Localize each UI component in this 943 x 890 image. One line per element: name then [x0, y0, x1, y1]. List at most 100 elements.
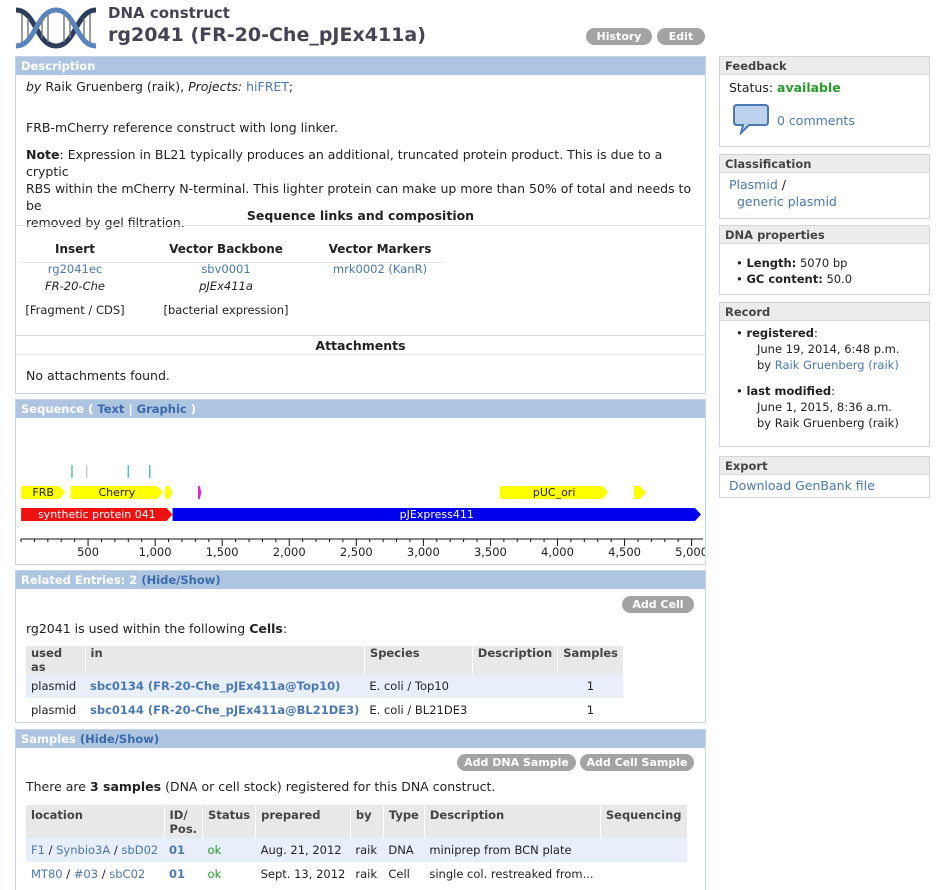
page-header: DNA construct rg2041 (FR-20-Che_pJEx411a…: [0, 0, 943, 56]
history-button[interactable]: History: [586, 28, 652, 45]
status-value: available: [777, 80, 841, 95]
sequence-heading-close: ): [190, 402, 197, 416]
column-header: Sequencing: [599, 805, 687, 838]
status-cell: ok: [207, 867, 222, 881]
related-panel: Related Entries: 2 (Hide/Show) Add Cell …: [15, 570, 706, 723]
sequencing-cell: [600, 862, 686, 886]
column-header: in: [84, 646, 365, 674]
description-heading: Description: [16, 57, 705, 75]
cell-link[interactable]: sbc0134 (FR-20-Che_pJEx411a@Top10): [85, 674, 365, 698]
dna-properties-box: DNA properties • Length: 5070 bp • GC co…: [719, 225, 930, 295]
sequence-heading: Sequence ( Text | Graphic ): [16, 400, 705, 418]
feature-arrow[interactable]: [633, 486, 647, 499]
page-title: rg2041 (FR-20-Che_pJEx411a): [108, 24, 426, 46]
description-cell: [472, 698, 557, 722]
gc-value: 50.0: [826, 272, 853, 286]
table-row: MT80 / #03 / sbC02 01 ok Sept. 13, 2012 …: [26, 862, 687, 886]
add-cell-button[interactable]: Add Cell: [622, 596, 694, 613]
table-row: plasmid sbc0144 (FR-20-Che_pJEx411a@BL21…: [26, 698, 623, 722]
samples-intro: There are 3 samples (DNA or cell stock) …: [26, 779, 495, 794]
download-genbank-link[interactable]: Download GenBank file: [729, 478, 875, 493]
sequence-graphic-link[interactable]: Graphic: [137, 402, 187, 416]
author-name: Raik Gruenberg (raik),: [45, 79, 185, 94]
classification-box: Classification Plasmid / generic plasmid: [719, 154, 930, 219]
prepared-cell: Aug. 21, 2012: [255, 838, 351, 862]
record-list: • registered: June 19, 2014, 6:48 p.m. b…: [736, 325, 900, 431]
note-label: Note: [26, 147, 60, 162]
sequence-map[interactable]: FRB Cherry pUC_ori synthetic protein 041 pJE…: [16, 419, 705, 565]
registered-user-link[interactable]: Raik Gruenberg (raik): [775, 358, 899, 372]
markers-link[interactable]: mrk0002 (KanR): [316, 262, 444, 276]
related-intro-bold: Cells: [249, 621, 283, 636]
by-label: by: [26, 79, 42, 94]
markers-column: Vector Markers mrk0002 (KanR): [316, 242, 444, 276]
cell-link[interactable]: sbc0144 (FR-20-Che_pJEx411a@BL21DE3): [85, 698, 364, 722]
divider: [16, 354, 705, 355]
feature-arrow[interactable]: [198, 486, 202, 499]
feature-label: pJExpress411: [400, 508, 474, 521]
related-table: used as in Species Description Samples p…: [26, 646, 624, 722]
summary-text: FRB-mCherry reference construct with lon…: [26, 120, 338, 135]
sample-id-link[interactable]: 01: [164, 838, 203, 862]
add-cell-sample-button[interactable]: Add Cell Sample: [580, 754, 694, 771]
comments-link[interactable]: 0 comments: [777, 113, 855, 128]
registered-by: by Raik Gruenberg (raik): [736, 357, 900, 373]
axis-tick-label: 1,500: [206, 545, 239, 559]
axis-tick-label: 5,000: [675, 545, 705, 559]
project-link[interactable]: hiFRET: [246, 79, 289, 94]
table-row: F1 / Synbio3A / sbD02 01 ok Aug. 21, 201…: [26, 838, 687, 862]
status-cell: ok: [202, 838, 256, 862]
backbone-header: Vector Backbone: [169, 242, 283, 256]
by-cell: raik: [350, 838, 384, 862]
column-header: location: [26, 805, 164, 838]
note-line: : Expression in BL21 typically produces …: [26, 147, 663, 179]
sequence-heading-divider: |: [128, 402, 133, 416]
modified-item: • last modified:: [736, 384, 835, 398]
location-link[interactable]: sbC02: [109, 867, 145, 881]
classification-link[interactable]: generic plasmid: [737, 194, 837, 209]
divider: [16, 225, 705, 226]
samples-intro-text: There are: [26, 779, 86, 794]
location-link[interactable]: MT80: [31, 867, 63, 881]
registered-date: June 19, 2014, 6:48 p.m.: [757, 342, 900, 356]
column-header: Type: [382, 805, 425, 838]
add-dna-sample-button[interactable]: Add DNA Sample: [457, 754, 576, 771]
location-link[interactable]: sbD02: [121, 843, 158, 857]
axis-tick-label: 2,000: [273, 545, 306, 559]
sample-id-link[interactable]: 01: [164, 862, 203, 886]
location-link[interactable]: #03: [74, 867, 98, 881]
sequence-text-link[interactable]: Text: [97, 402, 124, 416]
samples-toggle-link[interactable]: (Hide/Show): [80, 732, 159, 746]
insert-link[interactable]: rg2041ec: [20, 262, 130, 276]
insert-category: [Fragment / CDS]: [25, 303, 125, 317]
related-toggle-link[interactable]: (Hide/Show): [141, 573, 220, 587]
insert-column: Insert rg2041ec FR-20-Che [Fragment / CD…: [20, 242, 130, 317]
column-header: ID/ Pos.: [163, 805, 203, 838]
species-cell: E. coli / BL21DE3: [369, 703, 468, 717]
samples-heading: Samples (Hide/Show): [16, 730, 705, 748]
classification-link[interactable]: Plasmid: [729, 177, 778, 192]
type-cell: Cell: [388, 867, 410, 881]
location-cell: MT80 / #03 / sbC02: [31, 867, 146, 881]
dna-properties-list: • Length: 5070 bp • GC content: 50.0: [736, 255, 852, 287]
table-header-row: location ID/ Pos. Status prepared by Typ…: [26, 805, 687, 838]
backbone-link[interactable]: sbv0001: [156, 262, 296, 276]
feature-arrow[interactable]: [165, 486, 173, 499]
gc-label: GC content:: [746, 272, 823, 286]
location-link[interactable]: Synbio3A: [56, 843, 110, 857]
classification-path: Plasmid /: [729, 177, 786, 192]
comment-icon[interactable]: [733, 103, 769, 135]
insert-header: Insert: [55, 242, 95, 256]
related-intro-text: rg2041 is used within the following: [26, 621, 246, 636]
export-title: Export: [720, 457, 929, 475]
description-panel: Description by Raik Gruenberg (raik), Pr…: [15, 56, 706, 394]
feature-label: synthetic protein 041: [38, 508, 156, 521]
type-cell: DNA: [383, 838, 425, 862]
samples-panel: Samples (Hide/Show) Add DNA Sample Add C…: [15, 729, 706, 890]
sequence-heading-label: Sequence (: [21, 402, 94, 416]
edit-button[interactable]: Edit: [657, 28, 705, 45]
species-cell: E. coli / Top10: [364, 674, 473, 698]
location-link[interactable]: F1: [31, 843, 45, 857]
by-cell: raik: [355, 867, 377, 881]
feedback-title: Feedback: [720, 57, 929, 75]
